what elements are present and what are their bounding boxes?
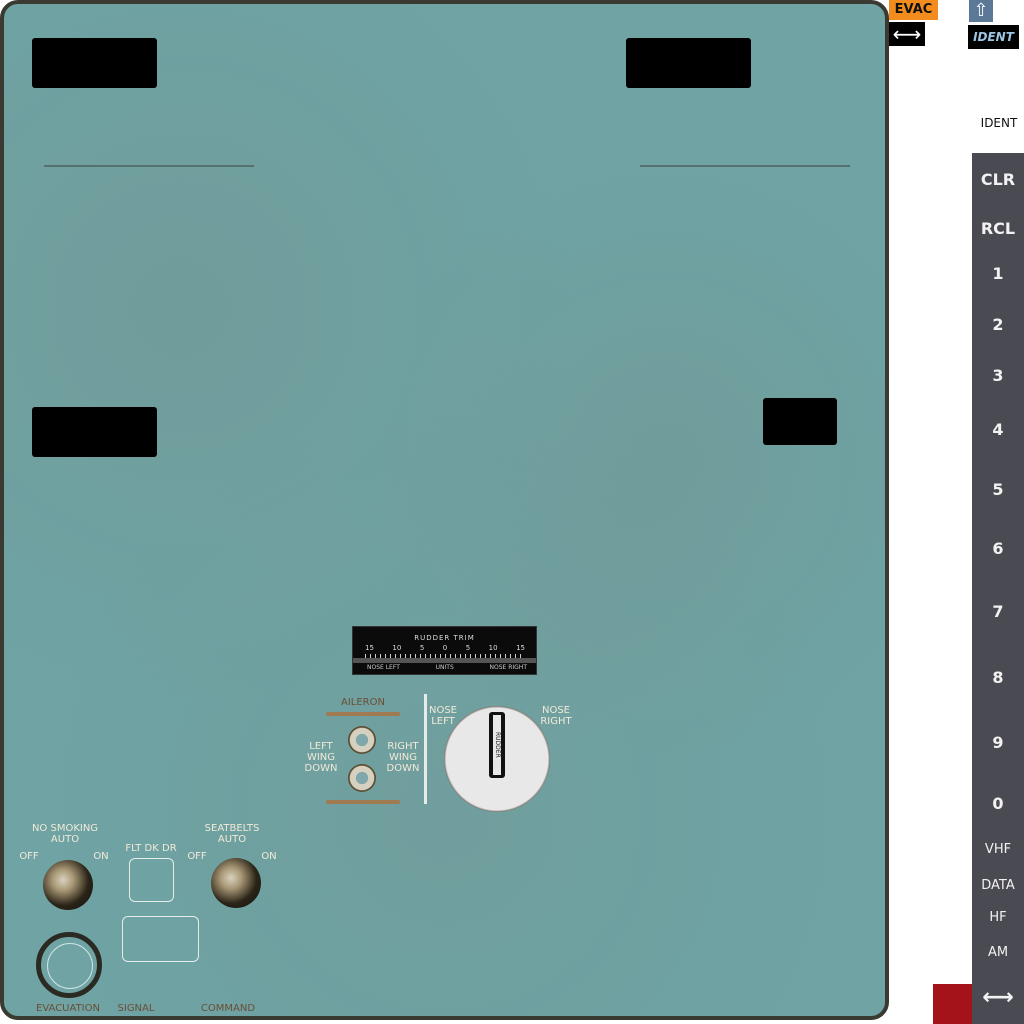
aileron-bar-bottom bbox=[326, 800, 400, 804]
evacuation-signal-ring[interactable] bbox=[36, 932, 102, 998]
key-2[interactable]: 2 bbox=[972, 315, 1024, 334]
rudder-trim-scale: 15 10 5 0 5 10 15 bbox=[365, 644, 525, 652]
rudder-trim-tick-label: 5 bbox=[419, 644, 425, 652]
nose-left-caption: NOSE LEFT bbox=[367, 664, 400, 671]
rudder-trim-tick-label: 0 bbox=[442, 644, 448, 652]
left-wing-down-label: LEFT WING DOWN bbox=[304, 741, 338, 774]
no-smoking-off-label: OFF bbox=[19, 851, 39, 862]
rudder-trim-tick-label: 15 bbox=[365, 644, 374, 652]
aileron-trim-switch-upper[interactable] bbox=[348, 726, 376, 754]
no-smoking-label: NO SMOKING AUTO bbox=[31, 823, 99, 845]
rudder-trim-tick-label: 5 bbox=[465, 644, 471, 652]
key-am[interactable]: AM bbox=[972, 945, 1024, 960]
key-3[interactable]: 3 bbox=[972, 366, 1024, 385]
rudder-trim-bar bbox=[353, 658, 536, 663]
blank-display-top-left bbox=[32, 38, 157, 88]
rudder-trim-tick-label: 15 bbox=[516, 644, 525, 652]
blank-display-mid-left bbox=[32, 407, 157, 457]
key-5[interactable]: 5 bbox=[972, 480, 1024, 499]
rudder-trim-footer: NOSE LEFT UNITS NOSE RIGHT bbox=[367, 664, 527, 671]
panel-divider-right bbox=[640, 165, 850, 167]
key-0[interactable]: 0 bbox=[972, 794, 1024, 813]
key-1[interactable]: 1 bbox=[972, 264, 1024, 283]
signal-label: SIGNAL bbox=[117, 1003, 155, 1014]
evac-swap-arrow-icon[interactable]: ⟷ bbox=[889, 22, 925, 46]
seatbelts-selector[interactable] bbox=[211, 858, 261, 908]
rudder-trim-indicator: RUDDER TRIM 15 10 5 0 5 10 15 NOSE LEFT … bbox=[352, 626, 537, 675]
seatbelts-on-label: ON bbox=[261, 851, 277, 862]
ident-label: IDENT bbox=[980, 116, 1018, 130]
flt-dk-dr-button[interactable] bbox=[129, 858, 174, 902]
key-rcl[interactable]: RCL bbox=[972, 219, 1024, 238]
rudder-label: RUDDER bbox=[493, 715, 501, 775]
evacuation-label: EVACUATION bbox=[36, 1003, 100, 1014]
key-clr[interactable]: CLR bbox=[972, 170, 1024, 189]
evac-tag[interactable]: EVAC bbox=[889, 0, 938, 20]
units-caption: UNITS bbox=[435, 664, 454, 671]
aileron-label: AILERON bbox=[341, 697, 385, 708]
ident-button[interactable]: IDENT bbox=[968, 25, 1019, 49]
key-7[interactable]: 7 bbox=[972, 602, 1024, 621]
key-6[interactable]: 6 bbox=[972, 539, 1024, 558]
flt-dk-dr-label: FLT DK DR bbox=[125, 843, 177, 854]
key-vhf[interactable]: VHF bbox=[972, 842, 1024, 857]
seatbelts-label: SEATBELTS AUTO bbox=[204, 823, 260, 845]
nose-right-caption: NOSE RIGHT bbox=[489, 664, 527, 671]
no-smoking-on-label: ON bbox=[93, 851, 109, 862]
nose-right-label: NOSE RIGHT bbox=[540, 705, 572, 727]
key-9[interactable]: 9 bbox=[972, 733, 1024, 752]
key-hf[interactable]: HF bbox=[972, 910, 1024, 925]
rudder-trim-tick-label: 10 bbox=[392, 644, 402, 652]
up-arrow-icon[interactable]: ⇧ bbox=[969, 0, 993, 22]
no-smoking-selector[interactable] bbox=[43, 860, 93, 910]
key-4[interactable]: 4 bbox=[972, 420, 1024, 439]
aileron-bar-top bbox=[326, 712, 400, 716]
command-label: COMMAND bbox=[200, 1003, 256, 1014]
key-data[interactable]: DATA bbox=[972, 878, 1024, 893]
door-cover-panel bbox=[122, 916, 199, 962]
red-indicator[interactable] bbox=[933, 984, 972, 1024]
transponder-keypad bbox=[972, 153, 1024, 1024]
blank-display-top-right bbox=[626, 38, 751, 88]
rudder-trim-tick-label: 10 bbox=[488, 644, 498, 652]
rudder-trim-title: RUDDER TRIM bbox=[414, 634, 475, 642]
seatbelts-off-label: OFF bbox=[187, 851, 207, 862]
key-8[interactable]: 8 bbox=[972, 668, 1024, 687]
right-wing-down-label: RIGHT WING DOWN bbox=[386, 741, 420, 774]
nose-left-label: NOSE LEFT bbox=[428, 705, 458, 727]
swap-arrow-icon[interactable]: ⟷ bbox=[972, 985, 1024, 1010]
rudder-trim-pointer: RUDDER bbox=[489, 712, 505, 778]
aileron-trim-switch-lower[interactable] bbox=[348, 764, 376, 792]
panel-divider-left bbox=[44, 165, 254, 167]
blank-display-mid-right bbox=[763, 398, 837, 445]
